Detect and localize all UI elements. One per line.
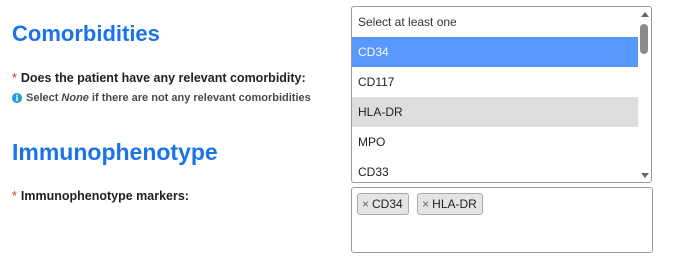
dropdown-option[interactable]: CD34 bbox=[352, 37, 638, 67]
dropdown-scrollbar[interactable] bbox=[638, 7, 651, 182]
scroll-down-arrow-icon[interactable] bbox=[641, 173, 649, 178]
hint-suffix: if there are not any relevant comorbidit… bbox=[91, 92, 311, 104]
remove-chip-icon[interactable]: × bbox=[422, 197, 429, 211]
dropdown-option[interactable]: MPO bbox=[352, 127, 638, 157]
dropdown-option[interactable]: HLA-DR bbox=[352, 97, 638, 127]
hint-emphasis: None bbox=[61, 92, 89, 104]
hint-prefix: Select bbox=[26, 92, 59, 104]
comorbidity-question-text: Does the patient have any relevant comor… bbox=[20, 71, 306, 85]
info-icon: i bbox=[12, 93, 22, 103]
comorbidity-hint: i Select None if there are not any relev… bbox=[12, 92, 311, 104]
selected-chip: × HLA-DR bbox=[417, 193, 483, 215]
comorbidities-heading: Comorbidities bbox=[12, 21, 160, 46]
required-marker: * bbox=[12, 189, 17, 203]
marker-dropdown-list[interactable]: Select at least one CD34 CD117 HLA-DR MP… bbox=[351, 6, 652, 183]
remove-chip-icon[interactable]: × bbox=[362, 197, 369, 211]
dropdown-option[interactable]: CD117 bbox=[352, 67, 638, 97]
dropdown-placeholder[interactable]: Select at least one bbox=[352, 7, 638, 37]
immunophenotype-question: * Immunophenotype markers: bbox=[12, 189, 189, 203]
immunophenotype-heading: Immunophenotype bbox=[12, 139, 218, 165]
chip-label: HLA-DR bbox=[432, 197, 477, 211]
required-marker: * bbox=[12, 71, 17, 85]
selected-markers-box[interactable]: × CD34 × HLA-DR bbox=[351, 187, 653, 253]
immunophenotype-question-text: Immunophenotype markers: bbox=[20, 189, 189, 203]
comorbidity-question: * Does the patient have any relevant como… bbox=[12, 71, 306, 85]
selected-chip: × CD34 bbox=[357, 193, 409, 215]
scrollbar-thumb[interactable] bbox=[640, 24, 648, 54]
chip-label: CD34 bbox=[372, 197, 403, 211]
scroll-up-arrow-icon[interactable] bbox=[641, 12, 649, 17]
dropdown-option[interactable]: CD33 bbox=[352, 157, 638, 182]
